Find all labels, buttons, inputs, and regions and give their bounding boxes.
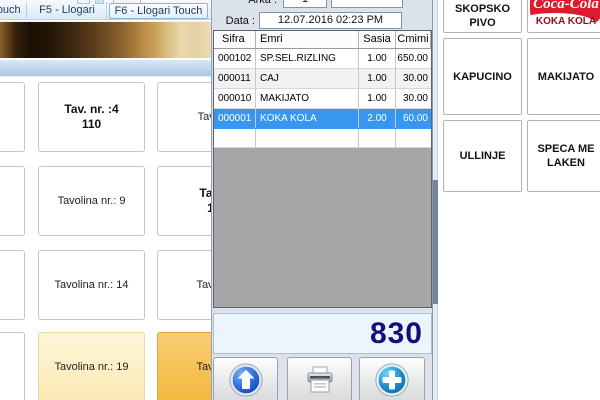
cell-empty xyxy=(214,129,256,147)
cell-cmimi: 60.00 xyxy=(396,109,431,128)
cell-sasia: 1.00 xyxy=(359,49,396,68)
table-button-label: Tavol xyxy=(198,110,211,125)
table-button-partial[interactable] xyxy=(0,82,25,152)
column-header-emri: Emri xyxy=(256,31,359,48)
cell-empty xyxy=(396,129,431,147)
cell-emri: SP.SEL.RIZLING xyxy=(256,49,359,68)
cell-cmimi: 30.00 xyxy=(396,69,431,88)
order-panel: Arka : 1 Data : 12.07.2016 02:23 PM Sifr… xyxy=(211,0,433,400)
arka-label: Arka : xyxy=(232,0,277,8)
cell-sifra: 000011 xyxy=(214,69,256,88)
cell-emri: MAKIJATO xyxy=(256,89,359,108)
table-button-label: Tavolina nr.: 14 xyxy=(55,278,129,293)
product-button-ullinje[interactable]: ULLINJE xyxy=(443,120,522,192)
table-button-tavolina-14[interactable]: Tavolina nr.: 14 xyxy=(38,250,145,320)
print-button[interactable] xyxy=(287,357,352,400)
grid-header-row: Sifra Emri Sasia Cmimi xyxy=(214,31,431,49)
product-button-koka-kola[interactable]: Coca-Cola KOKA KOLA xyxy=(527,0,600,33)
cell-cmimi: 650.00 xyxy=(396,49,431,68)
total-amount: 830 xyxy=(223,314,423,353)
product-label: SKOPSKO PIVO xyxy=(450,2,515,30)
cell-sasia: 1.00 xyxy=(359,89,396,108)
table-button-clipped[interactable]: Tav. 1 xyxy=(157,166,211,236)
table-button-partial[interactable] xyxy=(0,166,25,236)
product-button-kapucino[interactable]: KAPUCINO xyxy=(443,38,522,115)
wood-banner-image xyxy=(0,21,211,58)
product-label: SPECA ME LAKEN xyxy=(534,142,598,170)
blue-divider-strip xyxy=(0,59,211,77)
tab-touch[interactable]: Touch xyxy=(0,3,26,19)
order-row[interactable]: 000011 CAJ 1.00 30.00 xyxy=(214,69,431,89)
product-button-skopsko-pivo[interactable]: SKOPSKO PIVO xyxy=(443,0,522,33)
products-panel: SKOPSKO PIVO Coca-Cola KOKA KOLA KAPUCIN… xyxy=(433,0,600,400)
cell-sasia: 2.00 xyxy=(359,109,396,128)
coca-cola-script-text: Coca-Cola xyxy=(530,0,600,11)
cell-sifra: 000010 xyxy=(214,89,256,108)
table-button-label: Tavoli xyxy=(196,278,211,293)
tab-f6-llogari-touch[interactable]: F6 - Llogari Touch xyxy=(109,3,208,19)
table-button-label: Tav. nr. :4 xyxy=(64,102,118,117)
total-box: 830 xyxy=(213,313,432,354)
arka-secondary-input[interactable] xyxy=(331,0,403,8)
table-button-tavolina-9[interactable]: Tavolina nr.: 9 xyxy=(38,166,145,236)
printer-icon xyxy=(304,366,336,394)
cell-sifra: 000102 xyxy=(214,49,256,68)
product-button-speca-me-laken[interactable]: SPECA ME LAKEN xyxy=(527,120,600,192)
order-row-empty xyxy=(214,129,431,148)
add-item-button[interactable] xyxy=(359,357,425,400)
send-up-button[interactable] xyxy=(213,357,278,400)
pos-window: Touch F5 - Llogari F6 - Llogari Touch Ta… xyxy=(0,0,600,400)
order-row-selected[interactable]: 000001 KOKA KOLA 2.00 60.00 xyxy=(214,109,431,129)
toolbar-tab-bar: Touch F5 - Llogari F6 - Llogari Touch xyxy=(0,0,211,20)
table-button-partial[interactable] xyxy=(0,332,25,400)
order-row[interactable]: 000010 MAKIJATO 1.00 30.00 xyxy=(214,89,431,109)
cell-empty xyxy=(359,129,396,147)
table-button-label: Tav. xyxy=(199,186,211,201)
product-label: ULLINJE xyxy=(460,149,506,163)
order-row[interactable]: 000102 SP.SEL.RIZLING 1.00 650.00 xyxy=(214,49,431,69)
column-header-sifra: Sifra xyxy=(214,31,256,48)
table-button-clipped[interactable]: Tavoli xyxy=(157,250,211,320)
product-button-makijato[interactable]: MAKIJATO xyxy=(527,38,600,115)
product-label: KOKA KOLA xyxy=(528,15,600,29)
table-button-partial[interactable] xyxy=(0,250,25,320)
tables-panel: Touch F5 - Llogari F6 - Llogari Touch Ta… xyxy=(0,0,211,400)
table-button-sublabel: 110 xyxy=(82,117,101,132)
products-scrollbar[interactable] xyxy=(433,0,438,400)
tab-f5-llogari[interactable]: F5 - Llogari xyxy=(30,3,104,19)
tab-separator xyxy=(26,2,27,18)
product-label: MAKIJATO xyxy=(538,70,594,84)
cell-emri: CAJ xyxy=(256,69,359,88)
product-label: KAPUCINO xyxy=(453,70,512,84)
table-button-label: Tavoli xyxy=(196,360,211,375)
tab-separator xyxy=(106,2,107,18)
column-header-sasia: Sasia xyxy=(359,31,396,48)
table-button-clipped[interactable]: Tavoli xyxy=(157,332,211,400)
up-arrow-icon xyxy=(229,363,263,397)
cell-sifra: 000001 xyxy=(214,109,256,128)
order-items-grid[interactable]: Sifra Emri Sasia Cmimi 000102 SP.SEL.RIZ… xyxy=(213,30,432,308)
arka-input[interactable]: 1 xyxy=(283,0,327,8)
scrollbar-thumb[interactable] xyxy=(433,180,438,304)
cell-sasia: 1.00 xyxy=(359,69,396,88)
cell-cmimi: 30.00 xyxy=(396,89,431,108)
table-button-tavolina-19[interactable]: Tavolina nr.: 19 xyxy=(38,332,145,400)
date-label: Data : xyxy=(215,13,255,29)
table-button-tav-4[interactable]: Tav. nr. :4 110 xyxy=(38,82,145,152)
cell-empty xyxy=(256,129,359,147)
table-button-label: Tavolina nr.: 19 xyxy=(55,360,129,375)
table-button-label: Tavolina nr.: 9 xyxy=(58,194,126,209)
column-header-cmimi: Cmimi xyxy=(396,31,431,48)
cell-emri: KOKA KOLA xyxy=(256,109,359,128)
table-button-clipped[interactable]: Tavol xyxy=(157,82,211,152)
plus-icon xyxy=(375,363,409,397)
date-field[interactable]: 12.07.2016 02:23 PM xyxy=(259,12,402,29)
